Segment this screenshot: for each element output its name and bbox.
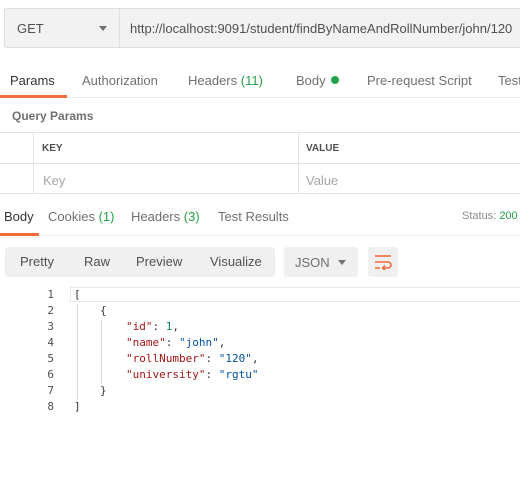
- json-comma: ,: [251, 352, 259, 365]
- indent-guide: [101, 320, 102, 384]
- response-tab-cookies-label: Cookies: [48, 209, 95, 224]
- response-tab-test-results[interactable]: Test Results: [218, 200, 289, 236]
- json-value: "120": [218, 352, 252, 365]
- raw-button[interactable]: Raw: [84, 247, 110, 277]
- json-field: "id": 1,: [126, 320, 179, 333]
- tab-pre-request-script-label: Pre-request Script: [367, 73, 472, 88]
- response-tab-headers-label: Headers: [131, 209, 181, 224]
- params-table-header: [0, 133, 520, 164]
- key-column-header: KEY: [42, 143, 63, 154]
- response-tab-cookies-count: (1): [98, 209, 115, 224]
- line-number: 5: [47, 352, 54, 365]
- active-tab-indicator: [0, 95, 67, 98]
- active-response-tab-indicator: [0, 233, 39, 236]
- response-tab-body[interactable]: Body: [4, 200, 34, 236]
- chevron-down-icon: [99, 25, 107, 31]
- param-value-input[interactable]: Value: [306, 173, 338, 188]
- tab-headers[interactable]: Headers (11): [188, 64, 263, 98]
- value-column-header: VALUE: [306, 143, 340, 154]
- tab-params-label: Params: [10, 73, 55, 88]
- code-line: }: [100, 384, 107, 397]
- response-tab-headers-count: (3): [183, 209, 200, 224]
- line-number: 7: [47, 384, 54, 397]
- tab-tests[interactable]: Tests: [498, 64, 520, 98]
- line-number: 4: [47, 336, 54, 349]
- json-comma: ,: [218, 336, 226, 349]
- pretty-button[interactable]: Pretty: [20, 247, 54, 277]
- preview-button[interactable]: Preview: [136, 247, 182, 277]
- response-tab-test-results-label: Test Results: [218, 209, 289, 224]
- code-line: ]: [74, 400, 81, 413]
- param-key-input[interactable]: Key: [43, 173, 65, 188]
- json-key: "name": [126, 336, 166, 349]
- tab-pre-request-script[interactable]: Pre-request Script: [367, 64, 472, 98]
- request-tabs: Params Authorization Headers (11) Body P…: [0, 64, 520, 98]
- response-tabs: Body Cookies (1) Headers (3) Test Result…: [0, 200, 520, 236]
- method-select[interactable]: GET: [4, 8, 120, 48]
- response-tab-cookies[interactable]: Cookies (1): [48, 200, 114, 236]
- params-table: KEY VALUE Key Value: [0, 132, 520, 194]
- method-label: GET: [17, 20, 44, 36]
- line-number: 6: [47, 368, 54, 381]
- line-number: 8: [47, 400, 54, 413]
- chevron-down-icon: [338, 259, 346, 265]
- visualize-button[interactable]: Visualize: [210, 247, 262, 277]
- column-divider: [298, 133, 299, 193]
- tab-tests-label: Tests: [498, 73, 520, 88]
- response-body-viewer[interactable]: 1 2 3 4 5 6 7 8 [ { "id": 1, "name": "jo…: [0, 286, 520, 426]
- wrap-lines-button[interactable]: [368, 247, 398, 277]
- json-key: "rollNumber": [126, 352, 206, 365]
- json-key: "university": [126, 368, 206, 381]
- json-field: "name": "john",: [126, 336, 226, 349]
- code-line: {: [100, 304, 107, 317]
- code-line: [: [74, 288, 81, 301]
- json-key: "id": [126, 320, 153, 333]
- language-select[interactable]: JSON: [284, 247, 358, 277]
- tab-body[interactable]: Body: [296, 64, 339, 98]
- json-value: "john": [179, 336, 219, 349]
- format-button-group: Pretty Raw Preview Visualize: [5, 247, 275, 277]
- tab-params[interactable]: Params: [10, 64, 55, 98]
- indent-guide: [77, 304, 78, 400]
- json-field: "rollNumber": "120",: [126, 352, 259, 365]
- response-tab-headers[interactable]: Headers (3): [131, 200, 200, 236]
- wrap-lines-icon: [375, 255, 392, 270]
- tab-authorization[interactable]: Authorization: [82, 64, 158, 98]
- current-line-highlight: [70, 287, 520, 302]
- body-indicator-dot-icon: [330, 76, 339, 84]
- url-input[interactable]: http://localhost:9091/student/findByName…: [120, 8, 520, 48]
- status-label: Status:: [462, 210, 497, 222]
- params-checkbox-column: [0, 133, 34, 193]
- line-number: 2: [47, 304, 54, 317]
- json-comma: ,: [172, 320, 179, 333]
- line-number: 1: [47, 288, 54, 301]
- tab-body-label: Body: [296, 73, 326, 88]
- line-number: 3: [47, 320, 54, 333]
- status-indicator: Status: 200 OK: [462, 200, 520, 236]
- tab-headers-label: Headers: [188, 73, 238, 88]
- language-select-value: JSON: [295, 254, 330, 270]
- json-field: "university": "rgtu": [126, 368, 259, 381]
- tab-authorization-label: Authorization: [82, 73, 158, 88]
- json-value: "rgtu": [218, 368, 259, 381]
- response-tab-body-label: Body: [4, 209, 34, 224]
- query-params-title: Query Params: [12, 109, 94, 123]
- request-bar: GET http://localhost:9091/student/findBy…: [4, 8, 520, 48]
- tab-headers-count: (11): [240, 73, 263, 88]
- status-value: 200 OK: [499, 210, 520, 222]
